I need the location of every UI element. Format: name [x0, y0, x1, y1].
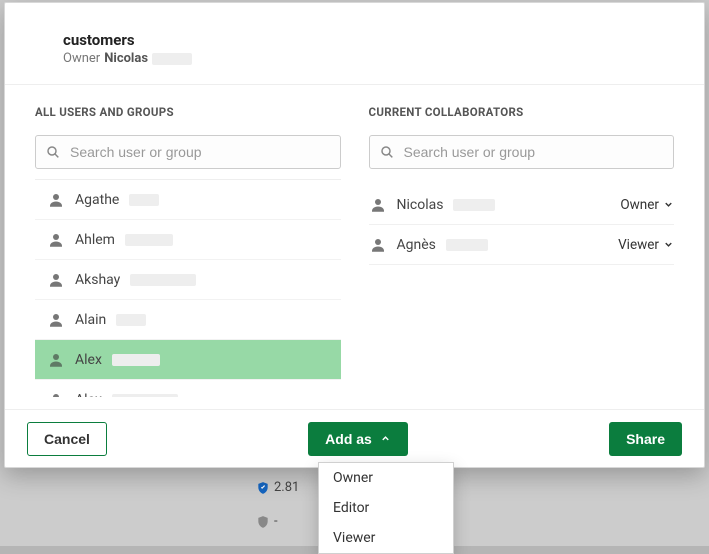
- owner-name: Nicolas: [104, 51, 148, 66]
- modal-body: ALL USERS AND GROUPS Agathe Ahlem Akshay Al…: [5, 85, 704, 409]
- redacted-text: [453, 199, 495, 211]
- person-icon: [47, 351, 65, 369]
- dropdown-item-viewer[interactable]: Viewer: [319, 523, 453, 553]
- bg-dash-badge: -: [256, 514, 278, 529]
- bg-score-badge: 2.81: [256, 480, 299, 495]
- cancel-label: Cancel: [44, 431, 90, 447]
- user-row[interactable]: Ahlem: [35, 220, 341, 260]
- shield-icon: [256, 515, 270, 529]
- collaborators-search: [369, 135, 675, 169]
- user-row[interactable]: Akshay: [35, 260, 341, 300]
- all-users-list-wrap: AgatheAhlemAkshayAlainAlexAlex————: [35, 179, 341, 397]
- share-label: Share: [626, 431, 665, 447]
- person-icon: [47, 271, 65, 289]
- role-label: Viewer: [618, 237, 659, 253]
- person-icon: [47, 191, 65, 209]
- owner-line: Owner Nicolas: [63, 51, 674, 66]
- all-users-list[interactable]: AgatheAhlemAkshayAlainAlexAlex————: [35, 180, 341, 397]
- share-button[interactable]: Share: [609, 422, 682, 456]
- bg-dash-text: -: [274, 514, 278, 529]
- redacted-text: [112, 354, 160, 366]
- collaborators-column: CURRENT COLLABORATORS Nicolas Owner Agnès V…: [369, 105, 675, 397]
- owner-prefix: Owner: [63, 51, 100, 66]
- redacted-text: [112, 394, 178, 398]
- redacted-text: [446, 239, 488, 251]
- collaborators-heading: CURRENT COLLABORATORS: [369, 105, 675, 119]
- chevron-down-icon: [663, 199, 674, 210]
- user-name: Alex: [75, 352, 102, 368]
- user-name: Alex: [75, 392, 102, 398]
- search-icon: [45, 144, 61, 160]
- share-modal: customers Owner Nicolas ALL USERS AND GR…: [4, 2, 705, 468]
- user-row[interactable]: Alex: [35, 380, 341, 397]
- dataset-title: customers: [63, 31, 674, 49]
- modal-header: customers Owner Nicolas: [5, 3, 704, 85]
- shield-check-icon: [256, 481, 270, 495]
- user-row[interactable]: Alain: [35, 300, 341, 340]
- collaborators-search-input[interactable]: [369, 135, 675, 169]
- all-users-search-input[interactable]: [35, 135, 341, 169]
- user-name: Agathe: [75, 192, 119, 208]
- collaborators-list: Nicolas Owner Agnès Viewer: [369, 185, 675, 265]
- redacted-text: [129, 194, 159, 206]
- modal-footer: Cancel Add as Share: [5, 409, 704, 467]
- user-name: Akshay: [75, 272, 120, 288]
- chevron-up-icon: [380, 433, 391, 444]
- all-users-column: ALL USERS AND GROUPS Agathe Ahlem Akshay Al…: [35, 105, 341, 397]
- add-as-label: Add as: [325, 431, 372, 447]
- redacted-text: [116, 314, 146, 326]
- person-icon: [369, 196, 387, 214]
- user-name: Alain: [75, 312, 106, 328]
- role-label: Owner: [620, 197, 659, 213]
- user-row[interactable]: Agathe: [35, 180, 341, 220]
- redacted-text: [130, 274, 196, 286]
- redacted-text: [152, 53, 192, 65]
- person-icon: [369, 236, 387, 254]
- dropdown-item-editor[interactable]: Editor: [319, 493, 453, 523]
- bg-score-text: 2.81: [274, 480, 299, 495]
- user-name: Ahlem: [75, 232, 115, 248]
- chevron-down-icon: [663, 239, 674, 250]
- dropdown-item-owner[interactable]: Owner: [319, 463, 453, 493]
- role-selector[interactable]: Viewer: [618, 237, 674, 253]
- person-icon: [47, 391, 65, 398]
- search-icon: [379, 144, 395, 160]
- all-users-search: [35, 135, 341, 169]
- redacted-text: [125, 234, 173, 246]
- cancel-button[interactable]: Cancel: [27, 422, 107, 456]
- add-as-dropdown[interactable]: OwnerEditorViewer: [318, 462, 454, 554]
- collaborator-name: Agnès: [397, 237, 436, 253]
- person-icon: [47, 231, 65, 249]
- user-row[interactable]: Alex: [35, 340, 341, 380]
- person-icon: [47, 311, 65, 329]
- collaborator-row: Nicolas Owner: [369, 185, 675, 225]
- collaborator-name: Nicolas: [397, 197, 444, 213]
- all-users-heading: ALL USERS AND GROUPS: [35, 105, 341, 119]
- collaborator-row: Agnès Viewer: [369, 225, 675, 265]
- role-selector[interactable]: Owner: [620, 197, 674, 213]
- add-as-button[interactable]: Add as: [308, 422, 408, 456]
